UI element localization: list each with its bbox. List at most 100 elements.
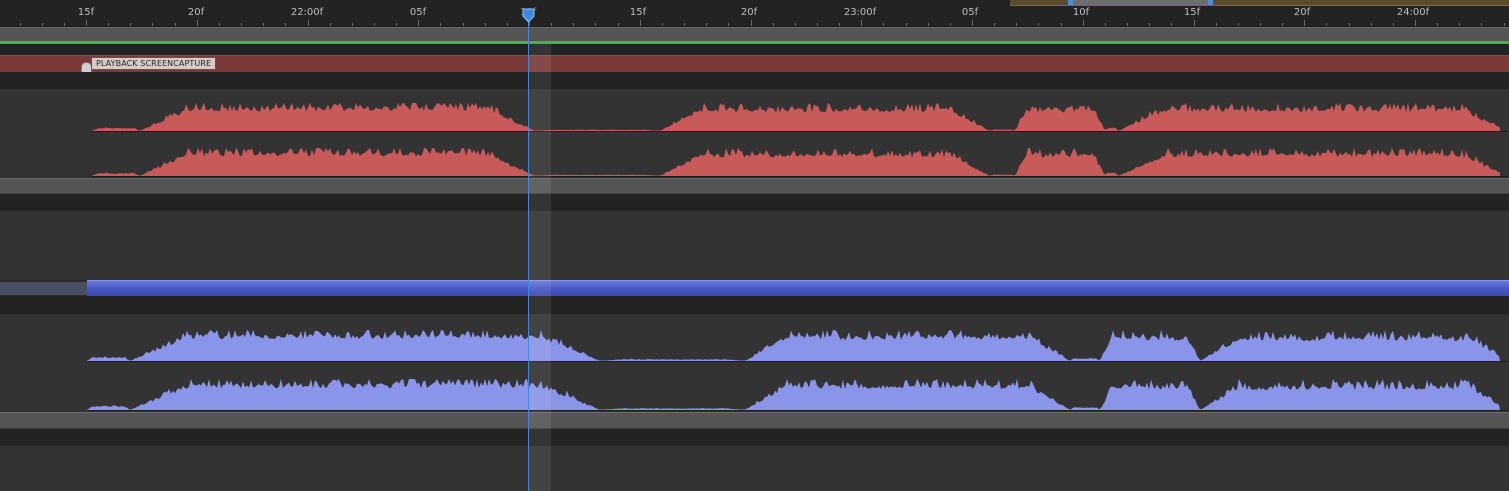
audio-waveform-blue (87, 330, 1508, 411)
ruler-tick (418, 20, 419, 26)
ruler-tick (1016, 23, 1017, 26)
ruler-tick (1149, 23, 1150, 26)
time-ruler[interactable]: 15f 20f 22:00f 05f 10f 15f 20f 23:00f 05… (0, 0, 1509, 27)
track-gap (0, 72, 1509, 89)
ruler-tick (440, 23, 441, 26)
ruler-tick (308, 20, 309, 26)
ruler-tick-label: 10f (1072, 7, 1090, 18)
track-gap (0, 194, 1509, 211)
ruler-tick-label: 20f (740, 7, 758, 18)
current-frame-highlight (528, 44, 551, 491)
ruler-tick (928, 23, 929, 26)
audio-waveform-red (92, 103, 1508, 177)
ruler-tick (241, 23, 242, 26)
ruler-tick (263, 23, 264, 26)
ruler-tick (1216, 23, 1217, 26)
ruler-tick (1282, 23, 1283, 26)
ruler-tick (396, 23, 397, 26)
screencapture-layer-bar[interactable] (0, 55, 1509, 73)
ruler-tick (285, 23, 286, 26)
ruler-tick (861, 20, 862, 26)
empty-track (0, 446, 1509, 491)
work-area-range (1070, 0, 1210, 5)
ruler-tick (1415, 20, 1416, 26)
ruler-tick (728, 23, 729, 26)
track-gap (0, 429, 1509, 446)
ruler-tick-label: 23:00f (843, 7, 877, 18)
ruler-tick (662, 23, 663, 26)
ruler-tick (1437, 23, 1438, 26)
ruler-tick (86, 20, 87, 26)
playhead-line[interactable] (528, 12, 529, 491)
ruler-tick (1083, 20, 1084, 26)
ruler-tick (130, 23, 131, 26)
ruler-tick (330, 23, 331, 26)
ruler-tick (219, 23, 220, 26)
layer-name-label: PLAYBACK SCREENCAPTURE (91, 57, 217, 70)
ruler-tick (1326, 23, 1327, 26)
track-gap (0, 296, 1509, 314)
ruler-tick (507, 23, 508, 26)
ruler-tick (1105, 23, 1106, 26)
ruler-tick (1371, 23, 1372, 26)
ruler-tick (463, 23, 464, 26)
ruler-tick (906, 23, 907, 26)
ruler-tick (684, 23, 685, 26)
ruler-tick (374, 23, 375, 26)
work-area-end-handle[interactable] (1208, 0, 1213, 5)
work-area-bar[interactable] (1010, 0, 1509, 6)
ruler-tick (42, 23, 43, 26)
ruler-tick-label: 15f (629, 7, 647, 18)
ruler-tick-label: 24:00f (1396, 7, 1430, 18)
ruler-tick (573, 23, 574, 26)
ruler-tick (795, 23, 796, 26)
ruler-tick (152, 23, 153, 26)
ruler-tick (1304, 20, 1305, 26)
ruler-tick (595, 23, 596, 26)
empty-track (0, 211, 1509, 280)
ruler-tick (20, 23, 21, 26)
ruler-tick (817, 23, 818, 26)
ruler-tick-label: 05f (409, 7, 427, 18)
ruler-tick (1194, 20, 1195, 26)
track-gap (0, 44, 1509, 55)
ruler-tick (1260, 23, 1261, 26)
ruler-tick-label: 20f (187, 7, 205, 18)
ruler-tick (1038, 23, 1039, 26)
ruler-tick (1238, 23, 1239, 26)
ruler-tick (972, 20, 973, 26)
ruler-tick-label: 20f (1293, 7, 1311, 18)
track-divider (0, 412, 1509, 429)
ruler-tick (1504, 23, 1505, 26)
ruler-tick (618, 23, 619, 26)
ruler-tick (640, 20, 641, 26)
ruler-tick (197, 20, 198, 26)
layer-bar-inactive-region (0, 282, 87, 295)
ruler-tick (773, 23, 774, 26)
playhead-icon[interactable] (522, 8, 535, 23)
ruler-tick (108, 23, 109, 26)
ruler-tick (352, 23, 353, 26)
ruler-tick (1481, 23, 1482, 26)
comp-track-header (0, 27, 1509, 42)
ruler-tick (175, 23, 176, 26)
ruler-tick (1459, 23, 1460, 26)
track-divider (0, 178, 1509, 194)
ruler-tick (1127, 23, 1128, 26)
ruler-tick (883, 23, 884, 26)
ruler-tick (994, 23, 995, 26)
ruler-tick-label: 22:00f (290, 7, 324, 18)
work-area-start-handle[interactable] (1068, 0, 1073, 5)
ruler-tick (1349, 23, 1350, 26)
ruler-tick (950, 23, 951, 26)
ruler-tick-label: 05f (961, 7, 979, 18)
ruler-tick (1061, 23, 1062, 26)
ruler-tick-label: 15f (1183, 7, 1201, 18)
ruler-tick-label: 15f (77, 7, 95, 18)
ruler-tick (551, 23, 552, 26)
ruler-tick (839, 23, 840, 26)
ruler-tick (706, 23, 707, 26)
ruler-tick (1393, 23, 1394, 26)
audio-layer-bar-blue[interactable] (87, 280, 1509, 296)
ruler-tick (64, 23, 65, 26)
